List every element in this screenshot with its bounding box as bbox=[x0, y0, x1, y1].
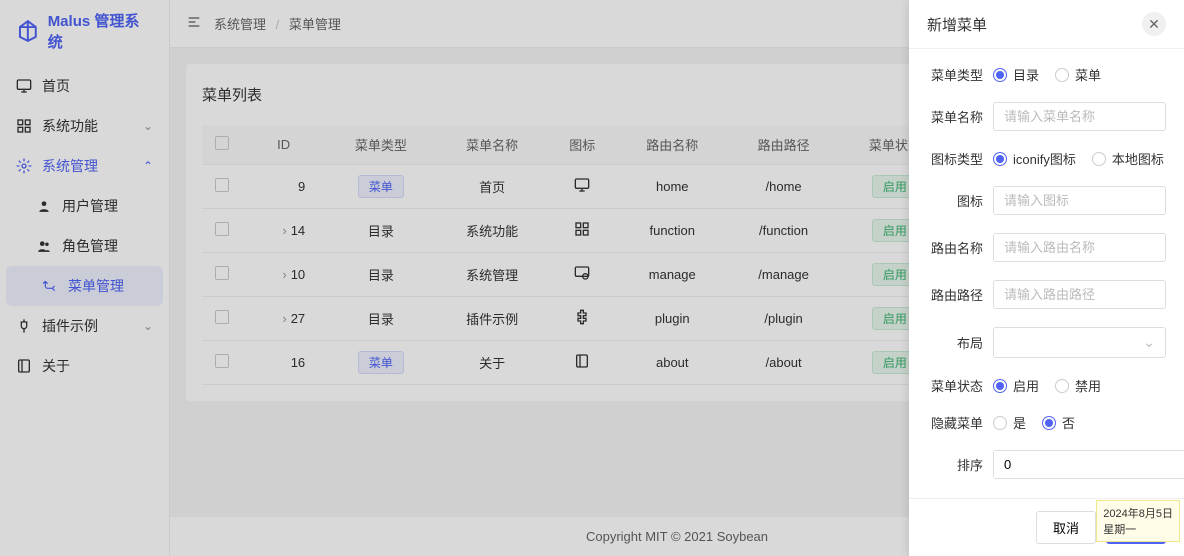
select-layout[interactable]: ⌄ bbox=[993, 327, 1166, 358]
cancel-button[interactable]: 取消 bbox=[1036, 511, 1096, 544]
input-route-path[interactable] bbox=[993, 280, 1166, 309]
label-menu-name: 菜单名称 bbox=[927, 107, 983, 126]
chevron-down-icon: ⌄ bbox=[1143, 334, 1155, 351]
radio-type-menu[interactable]: 菜单 bbox=[1055, 65, 1101, 84]
label-menu-type: 菜单类型 bbox=[927, 65, 983, 84]
radio-disable[interactable]: 禁用 bbox=[1055, 376, 1101, 395]
radio-type-dir[interactable]: 目录 bbox=[993, 65, 1039, 84]
close-button[interactable]: ✕ bbox=[1142, 12, 1166, 36]
label-icon-type: 图标类型 bbox=[927, 149, 983, 168]
label-layout: 布局 bbox=[927, 333, 983, 352]
radio-hide-yes[interactable]: 是 bbox=[993, 413, 1026, 432]
label-hide-menu: 隐藏菜单 bbox=[927, 413, 983, 432]
date-tooltip: 2024年8月5日 星期一 bbox=[1096, 500, 1180, 542]
close-icon: ✕ bbox=[1148, 16, 1160, 33]
label-sort: 排序 bbox=[927, 455, 983, 474]
input-icon[interactable] bbox=[993, 186, 1166, 215]
radio-hide-no[interactable]: 否 bbox=[1042, 413, 1075, 432]
drawer-title: 新增菜单 bbox=[927, 14, 987, 35]
input-route-name[interactable] bbox=[993, 233, 1166, 262]
radio-enable[interactable]: 启用 bbox=[993, 376, 1039, 395]
label-route-name: 路由名称 bbox=[927, 238, 983, 257]
radio-iconify[interactable]: iconify图标 bbox=[993, 149, 1076, 168]
label-icon: 图标 bbox=[927, 191, 983, 210]
label-menu-status: 菜单状态 bbox=[927, 376, 983, 395]
input-sort[interactable]: − + bbox=[993, 450, 1184, 479]
drawer-add-menu: 新增菜单 ✕ 菜单类型 目录 菜单 菜单名称 图标类型 iconify图标 本地… bbox=[909, 0, 1184, 556]
radio-local[interactable]: 本地图标 bbox=[1092, 149, 1164, 168]
input-menu-name[interactable] bbox=[993, 102, 1166, 131]
label-route-path: 路由路径 bbox=[927, 285, 983, 304]
